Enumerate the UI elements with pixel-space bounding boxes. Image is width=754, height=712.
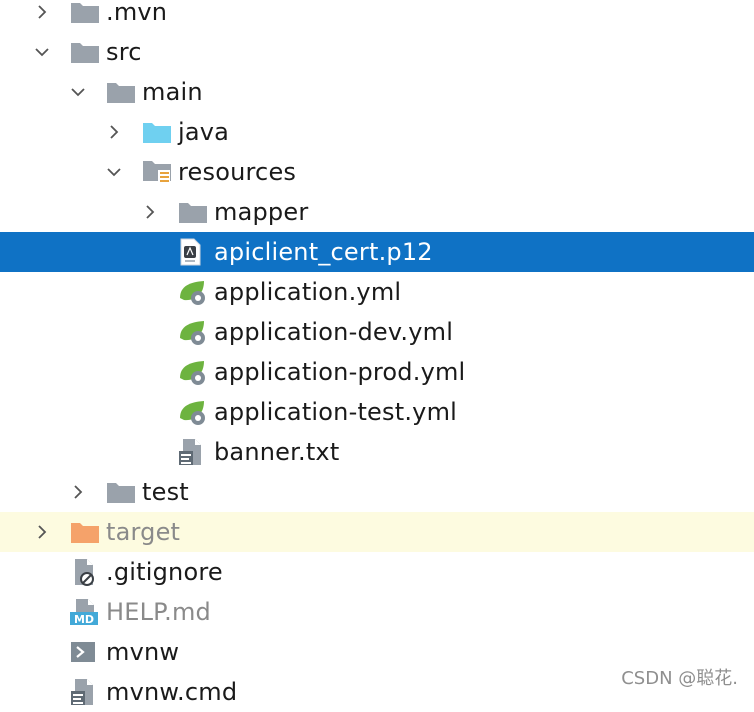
chevron-down-icon[interactable] xyxy=(34,44,50,60)
tree-row-application-yml-file[interactable]: application.yml xyxy=(0,272,754,312)
folder-icon xyxy=(70,0,100,26)
tree-row-gitignore-file[interactable]: .gitignore xyxy=(0,552,754,592)
tree-row-label: banner.txt xyxy=(214,438,340,466)
tree-row-label: main xyxy=(142,78,203,106)
tree-row-application-test-yml-file[interactable]: application-test.yml xyxy=(0,392,754,432)
tree-row-label: application.yml xyxy=(214,278,402,306)
markdown-file-icon: MD xyxy=(70,598,100,626)
project-tree: .mvn src main java resources mapper apic… xyxy=(0,0,754,712)
md-badge-text: MD xyxy=(74,613,94,626)
tree-row-apiclient-cert-file[interactable]: apiclient_cert.p12 xyxy=(0,232,754,272)
tree-row-main-folder[interactable]: main xyxy=(0,72,754,112)
spring-config-file-icon xyxy=(178,278,208,306)
shell-script-icon xyxy=(70,638,100,666)
tree-row-label: apiclient_cert.p12 xyxy=(214,238,433,266)
tree-row-src-folder[interactable]: src xyxy=(0,32,754,72)
tree-row-label: target xyxy=(106,518,181,546)
tree-row-label: .mvn xyxy=(106,0,168,26)
tree-row-label: application-dev.yml xyxy=(214,318,454,346)
text-file-icon xyxy=(178,438,208,466)
ignore-file-icon xyxy=(70,558,100,586)
folder-icon xyxy=(106,478,136,506)
tree-row-help-md-file[interactable]: MD HELP.md xyxy=(0,592,754,632)
tree-row-java-folder[interactable]: java xyxy=(0,112,754,152)
folder-icon xyxy=(106,78,136,106)
tree-row-banner-txt-file[interactable]: banner.txt xyxy=(0,432,754,472)
chevron-right-icon[interactable] xyxy=(34,524,50,540)
chevron-down-icon[interactable] xyxy=(106,164,122,180)
tree-row-label: test xyxy=(142,478,189,506)
tree-row-label: application-test.yml xyxy=(214,398,458,426)
spring-config-file-icon xyxy=(178,358,208,386)
chevron-right-icon[interactable] xyxy=(34,4,50,20)
tree-row-label: resources xyxy=(178,158,297,186)
tree-row-label: src xyxy=(106,38,142,66)
tree-row-label: HELP.md xyxy=(106,598,211,626)
tree-row-target-folder[interactable]: target xyxy=(0,512,754,552)
watermark: CSDN @聪花. xyxy=(621,668,738,689)
tree-row-label: java xyxy=(178,118,230,146)
tree-row-application-prod-yml-file[interactable]: application-prod.yml xyxy=(0,352,754,392)
tree-row-label: mapper xyxy=(214,198,309,226)
chevron-right-icon[interactable] xyxy=(70,484,86,500)
chevron-down-icon[interactable] xyxy=(70,84,86,100)
tree-row-mapper-folder[interactable]: mapper xyxy=(0,192,754,232)
resources-folder-icon xyxy=(142,158,172,186)
spring-config-file-icon xyxy=(178,318,208,346)
tree-row-label: mvnw xyxy=(106,638,180,666)
tree-row-test-folder[interactable]: test xyxy=(0,472,754,512)
excluded-folder-icon xyxy=(70,518,100,546)
source-folder-icon xyxy=(142,118,172,146)
text-file-icon xyxy=(70,678,100,706)
folder-icon xyxy=(178,198,208,226)
certificate-file-icon xyxy=(178,238,208,266)
tree-row-application-dev-yml-file[interactable]: application-dev.yml xyxy=(0,312,754,352)
chevron-right-icon[interactable] xyxy=(106,124,122,140)
tree-row-label: mvnw.cmd xyxy=(106,678,238,706)
tree-row-label: application-prod.yml xyxy=(214,358,466,386)
tree-row-mvn-folder[interactable]: .mvn xyxy=(0,0,754,32)
chevron-right-icon[interactable] xyxy=(142,204,158,220)
tree-row-resources-folder[interactable]: resources xyxy=(0,152,754,192)
tree-row-label: .gitignore xyxy=(106,558,223,586)
spring-config-file-icon xyxy=(178,398,208,426)
folder-icon xyxy=(70,38,100,66)
